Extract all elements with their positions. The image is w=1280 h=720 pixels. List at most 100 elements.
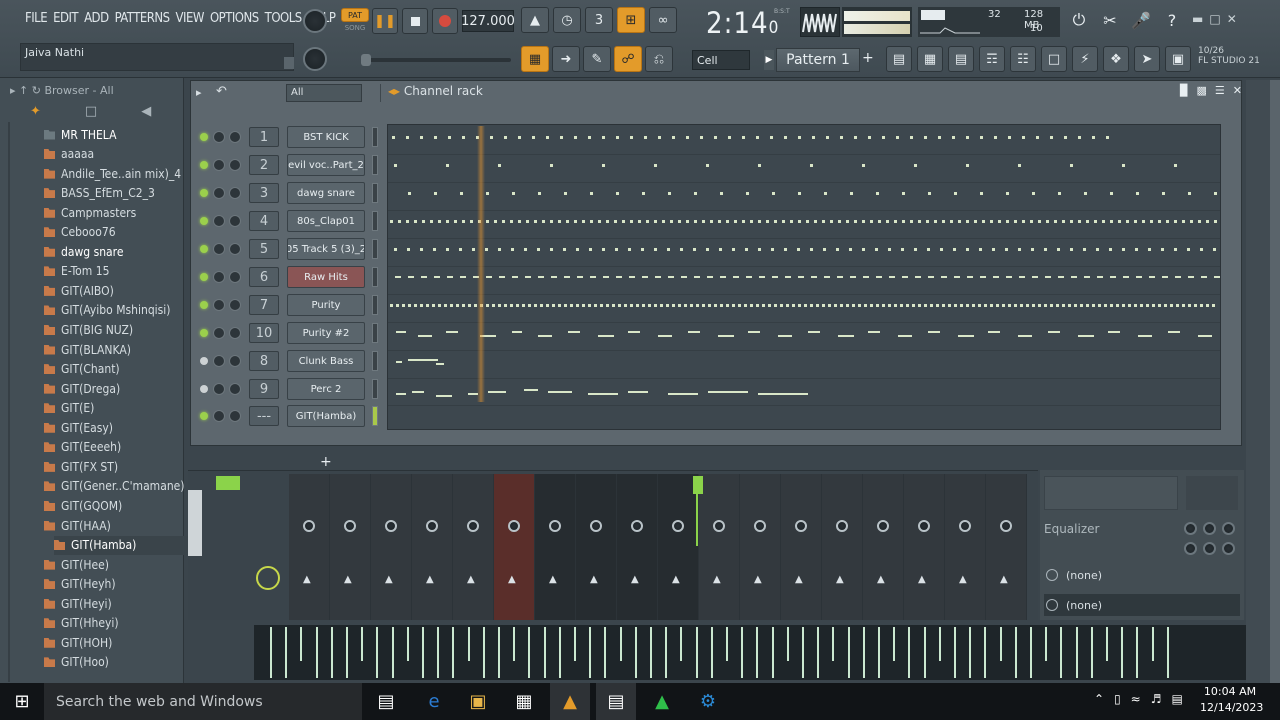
channel-mute-led[interactable] [200,189,208,197]
step-cell[interactable] [414,220,417,223]
step-cell[interactable] [525,276,531,278]
step-cell[interactable] [1110,192,1113,195]
channel-volume-knob[interactable] [229,410,241,422]
step-cell[interactable] [511,248,514,251]
piano-key[interactable] [1075,627,1078,678]
mixer-pan-knob[interactable] [836,520,848,532]
step-cell[interactable] [786,304,789,307]
step-cell[interactable] [950,220,953,223]
channel-mixer-track[interactable]: 6 [249,267,279,287]
piano-key[interactable] [376,627,379,678]
step-cell[interactable] [402,304,405,307]
blend-notes-icon[interactable]: ∞ [649,7,677,33]
step-cell[interactable] [912,304,915,307]
step-cell[interactable] [636,304,639,307]
step-cell[interactable] [1140,304,1143,307]
channel-name-button[interactable]: Perc 2 [287,378,365,400]
file-icon[interactable]: □ [1041,46,1067,72]
channel-select-indicator[interactable] [372,127,378,147]
step-cell[interactable] [642,276,648,278]
step-cell[interactable] [392,136,395,139]
step-cell[interactable] [902,192,905,195]
step-cell[interactable] [1084,192,1087,195]
step-cell[interactable] [1019,276,1025,278]
step-cell[interactable] [750,220,753,223]
step-cell[interactable] [624,304,627,307]
step-cell[interactable] [406,220,409,223]
step-cell[interactable] [759,276,765,278]
browser-item[interactable]: Andile_Tee..ain mix)_4 [44,164,184,183]
step-cell[interactable] [706,248,709,251]
step-edit-icon[interactable]: ⊞ [617,7,645,33]
step-cell[interactable] [638,220,641,223]
channel-mute-led[interactable] [200,133,208,141]
step-cell[interactable] [1162,276,1168,278]
step-cell[interactable] [414,304,417,307]
step-cell[interactable] [668,276,674,278]
graph-icon[interactable]: ▉ [1180,84,1188,97]
step-cell[interactable] [784,248,787,251]
maximize-icon[interactable]: □ [1209,12,1220,26]
step-cell[interactable] [766,220,769,223]
step-cell[interactable] [850,192,853,195]
route-arrow-icon[interactable]: ▲ [959,574,967,585]
step-cell[interactable] [720,276,726,278]
step-cell[interactable] [1174,220,1177,223]
step-cell[interactable] [1064,136,1067,139]
step-cell[interactable] [1018,164,1021,167]
step-cell[interactable] [551,276,557,278]
channel-select-indicator[interactable] [372,379,378,399]
step-cell[interactable] [1070,220,1073,223]
step-cell[interactable] [1206,304,1209,307]
step-cell[interactable] [512,192,515,195]
step-cell[interactable] [734,220,737,223]
step-cell[interactable] [954,304,957,307]
step-cell[interactable] [720,304,723,307]
step-cell[interactable] [758,248,761,251]
channel-select-indicator[interactable] [372,406,378,426]
step-cell[interactable] [498,248,501,251]
step-cell[interactable] [589,248,592,251]
step-cell[interactable] [720,192,723,195]
step-cell[interactable] [518,220,521,223]
export-icon[interactable]: ➤ [1134,46,1160,72]
mixer-strip[interactable] [494,474,535,620]
step-cell[interactable] [714,304,717,307]
step-cell[interactable] [1006,220,1009,223]
step-cell[interactable] [823,248,826,251]
channel-pan-knob[interactable] [213,159,225,171]
step-cell[interactable] [702,220,705,223]
route-arrow-icon[interactable]: ▲ [754,574,762,585]
step-cell[interactable] [774,304,777,307]
step-cell[interactable] [434,276,440,278]
step-cell[interactable] [694,220,697,223]
eq-gain-knob[interactable] [1222,542,1235,555]
step-cell[interactable] [798,136,801,139]
step-cell[interactable] [470,220,473,223]
step-cell[interactable] [444,304,447,307]
step-cell[interactable] [984,304,987,307]
step-cell[interactable] [630,136,633,139]
step-cell[interactable] [498,164,501,167]
mixer-strip[interactable] [699,474,740,620]
channel-mixer-track[interactable]: 8 [249,351,279,371]
step-cell[interactable] [1214,220,1217,223]
step-cell[interactable] [1045,276,1051,278]
channel-select-indicator[interactable] [372,351,378,371]
step-cell[interactable] [434,192,437,195]
step-cell[interactable] [732,304,735,307]
channel-name-button[interactable]: evil voc..Part_2 [287,154,365,176]
step-cell[interactable] [1006,276,1012,278]
step-cell[interactable] [837,276,843,278]
step-cell[interactable] [914,248,917,251]
step-cell[interactable] [798,220,801,223]
step-cell[interactable] [394,164,397,167]
channel-name-button[interactable]: 80s_Clap01 [287,210,365,232]
step-cell[interactable] [528,304,531,307]
step-cell[interactable] [655,276,661,278]
step-cell[interactable] [420,304,423,307]
step-cell[interactable] [784,136,787,139]
step-cell[interactable] [485,248,488,251]
route-arrow-icon[interactable]: ▲ [549,574,557,585]
route-arrow-icon[interactable]: ▲ [467,574,475,585]
